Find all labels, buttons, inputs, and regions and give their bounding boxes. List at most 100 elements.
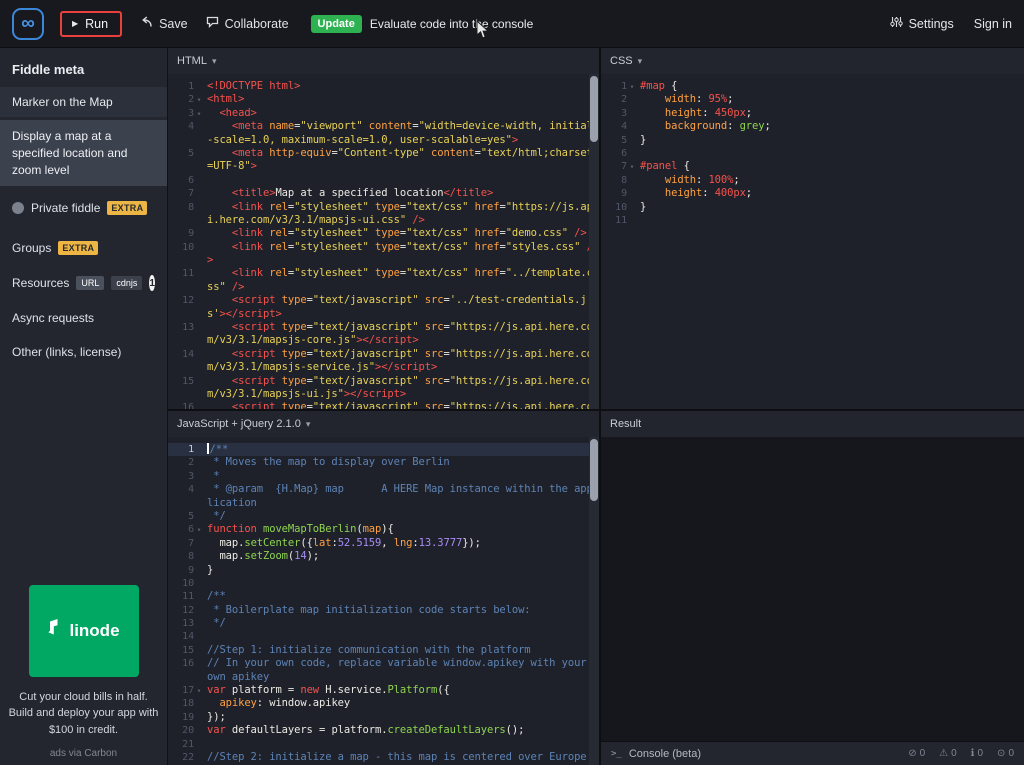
- code-line[interactable]: 1/**: [168, 443, 599, 457]
- html-editor-scrollbar[interactable]: [589, 74, 599, 409]
- fiddle-description-field[interactable]: Display a map at a specified location an…: [0, 120, 167, 187]
- fiddle-title-field[interactable]: Marker on the Map: [0, 87, 167, 117]
- fold-caret-icon[interactable]: ▾: [627, 80, 637, 93]
- code-line[interactable]: 17 ▾ var platform = new H.service.Platform…: [168, 684, 599, 697]
- code-line[interactable]: s'></script>: [168, 308, 599, 321]
- code-line[interactable]: 15 <script type="text/javascript" src="h…: [168, 375, 599, 388]
- resources-row[interactable]: Resources URL cdnjs 1: [12, 275, 155, 292]
- javascript-editor-scrollbar[interactable]: [589, 437, 599, 765]
- async-requests-row[interactable]: Async requests: [12, 311, 155, 325]
- collaborate-button[interactable]: Collaborate: [206, 16, 289, 31]
- javascript-code-editor[interactable]: 1/** 2 * Moves the map to display over Be…: [168, 437, 599, 765]
- code-line[interactable]: 8 map.setZoom(14);: [168, 550, 599, 563]
- code-line[interactable]: 14 <script type="text/javascript" src="h…: [168, 348, 599, 361]
- code-line[interactable]: 16 <script type="text/javascript" src="h…: [168, 401, 599, 409]
- linode-ad-tile[interactable]: linode: [28, 584, 139, 677]
- code-line[interactable]: 13 <script type="text/javascript" src="h…: [168, 321, 599, 334]
- code-line[interactable]: 14: [168, 630, 599, 643]
- javascript-panel-header[interactable]: JavaScript + jQuery 2.1.0 ▾: [168, 411, 599, 437]
- fold-caret-icon[interactable]: ▾: [194, 93, 204, 106]
- css-panel-header[interactable]: CSS ▾: [601, 48, 1024, 74]
- update-badge[interactable]: Update: [310, 14, 362, 33]
- scrollbar-thumb[interactable]: [590, 439, 598, 501]
- code-line[interactable]: 16// In your own code, replace variable …: [168, 657, 599, 670]
- groups-row[interactable]: Groups EXTRA: [12, 241, 155, 256]
- code-line[interactable]: m/v3/3.1/mapsjs-service.js"></script>: [168, 361, 599, 374]
- ad-text[interactable]: Cut your cloud bills in half. Build and …: [8, 689, 160, 739]
- code-line[interactable]: 11 <link rel="stylesheet" type="text/css…: [168, 267, 599, 280]
- css-code-editor[interactable]: 1 ▾ #map {2 width: 95%; 3 height: 450px; 4 b…: [601, 74, 1024, 409]
- code-line[interactable]: m/v3/3.1/mapsjs-ui.js"></script>: [168, 388, 599, 401]
- settings-button[interactable]: Settings: [889, 16, 954, 31]
- scrollbar-thumb[interactable]: [590, 76, 598, 142]
- code-line[interactable]: i.here.com/v3/3.1/mapsjs-ui.css" />: [168, 214, 599, 227]
- code-line[interactable]: 11: [601, 214, 1024, 227]
- code-line[interactable]: 5}: [601, 134, 1024, 147]
- code-line[interactable]: 5 <meta http-equiv="Content-type" conten…: [168, 147, 599, 160]
- code-line[interactable]: 15//Step 1: initialize communication wit…: [168, 644, 599, 657]
- code-line[interactable]: 8 <link rel="stylesheet" type="text/css"…: [168, 201, 599, 214]
- code-line[interactable]: 7 ▾ #panel {: [601, 160, 1024, 173]
- code-line[interactable]: 3 *: [168, 470, 599, 483]
- signin-button[interactable]: Sign in: [974, 17, 1012, 31]
- code-line[interactable]: 10: [168, 577, 599, 590]
- code-line[interactable]: 6: [168, 174, 599, 187]
- console-info-counter[interactable]: ℹ 0: [971, 748, 983, 759]
- html-panel-header[interactable]: HTML ▾: [168, 48, 599, 74]
- code-line[interactable]: 1 ▾ #map {: [601, 80, 1024, 93]
- code-line[interactable]: -scale=1.0, maximum-scale=1.0, user-scal…: [168, 134, 599, 147]
- code-line[interactable]: 4 background: grey;: [601, 120, 1024, 133]
- code-line[interactable]: 22//Step 2: initialize a map - this map …: [168, 751, 599, 764]
- url-badge[interactable]: URL: [76, 276, 105, 291]
- code-line[interactable]: ss" />: [168, 281, 599, 294]
- save-button[interactable]: Save: [140, 16, 188, 31]
- code-line[interactable]: 7 map.setCenter({lat:52.5159, lng:13.377…: [168, 537, 599, 550]
- code-line[interactable]: =UTF-8">: [168, 160, 599, 173]
- ads-via-carbon-label[interactable]: ads via Carbon: [0, 748, 167, 759]
- code-line[interactable]: 8 width: 100%;: [601, 174, 1024, 187]
- code-line[interactable]: 6 ▾ function moveMapToBerlin(map){: [168, 523, 599, 536]
- code-line[interactable]: 11/**: [168, 590, 599, 603]
- code-line[interactable]: own apikey: [168, 671, 599, 684]
- code-line[interactable]: 9 <link rel="stylesheet" type="text/css"…: [168, 227, 599, 240]
- console-logs-counter[interactable]: ⊙ 0: [997, 748, 1014, 759]
- code-line[interactable]: lication: [168, 497, 599, 510]
- jsfiddle-logo-icon[interactable]: ∞: [12, 7, 44, 40]
- code-line[interactable]: 6: [601, 147, 1024, 160]
- code-line[interactable]: 9 height: 400px;: [601, 187, 1024, 200]
- code-line[interactable]: 1 <!DOCTYPE html>: [168, 80, 599, 93]
- code-line[interactable]: 3 height: 450px;: [601, 107, 1024, 120]
- fold-caret-icon[interactable]: ▾: [194, 523, 204, 536]
- fold-caret-icon[interactable]: ▾: [194, 107, 204, 120]
- code-line[interactable]: 2 width: 95%;: [601, 93, 1024, 106]
- code-line[interactable]: 5 */: [168, 510, 599, 523]
- code-line[interactable]: 12 <script type="text/javascript" src='.…: [168, 294, 599, 307]
- code-line[interactable]: 21: [168, 738, 599, 751]
- code-line[interactable]: 13 */: [168, 617, 599, 630]
- fold-caret-icon[interactable]: ▾: [627, 160, 637, 173]
- code-line[interactable]: 4 * @param {H.Map} map A HERE Map instan…: [168, 483, 599, 496]
- fold-caret-icon[interactable]: ▾: [194, 684, 204, 697]
- code-line[interactable]: 2 * Moves the map to display over Berlin: [168, 456, 599, 469]
- code-line[interactable]: m/v3/3.1/mapsjs-core.js"></script>: [168, 334, 599, 347]
- console-errors-counter[interactable]: ⊘ 0: [908, 748, 925, 759]
- code-line[interactable]: 7 <title>Map at a specified location</ti…: [168, 187, 599, 200]
- console-warnings-counter[interactable]: ⚠ 0: [939, 748, 957, 759]
- cdnjs-badge[interactable]: cdnjs: [111, 276, 143, 291]
- code-line[interactable]: 9}: [168, 564, 599, 577]
- code-line[interactable]: 18 apikey: window.apikey: [168, 697, 599, 710]
- code-line[interactable]: >: [168, 254, 599, 267]
- code-line[interactable]: 10}: [601, 201, 1024, 214]
- html-code-editor[interactable]: 1 <!DOCTYPE html> 2 ▾ <html> 3 ▾ <head> 4 <meta…: [168, 74, 599, 409]
- private-toggle[interactable]: [12, 202, 24, 215]
- code-line[interactable]: 10 <link rel="stylesheet" type="text/css…: [168, 241, 599, 254]
- other-links-row[interactable]: Other (links, license): [12, 345, 155, 359]
- code-line[interactable]: 19});: [168, 711, 599, 724]
- code-line[interactable]: 20 var defaultLayers = platform.createDef…: [168, 724, 599, 737]
- code-line[interactable]: 4 <meta name="viewport" content="width=d…: [168, 120, 599, 133]
- code-line[interactable]: 12 * Boilerplate map initialization code…: [168, 604, 599, 617]
- code-line[interactable]: 2 ▾ <html>: [168, 93, 599, 106]
- console-bar[interactable]: >_ Console (beta) ⊘ 0 ⚠ 0 ℹ 0 ⊙ 0: [601, 741, 1024, 765]
- run-button[interactable]: ▶ Run: [60, 10, 123, 37]
- code-line[interactable]: 3 ▾ <head>: [168, 107, 599, 120]
